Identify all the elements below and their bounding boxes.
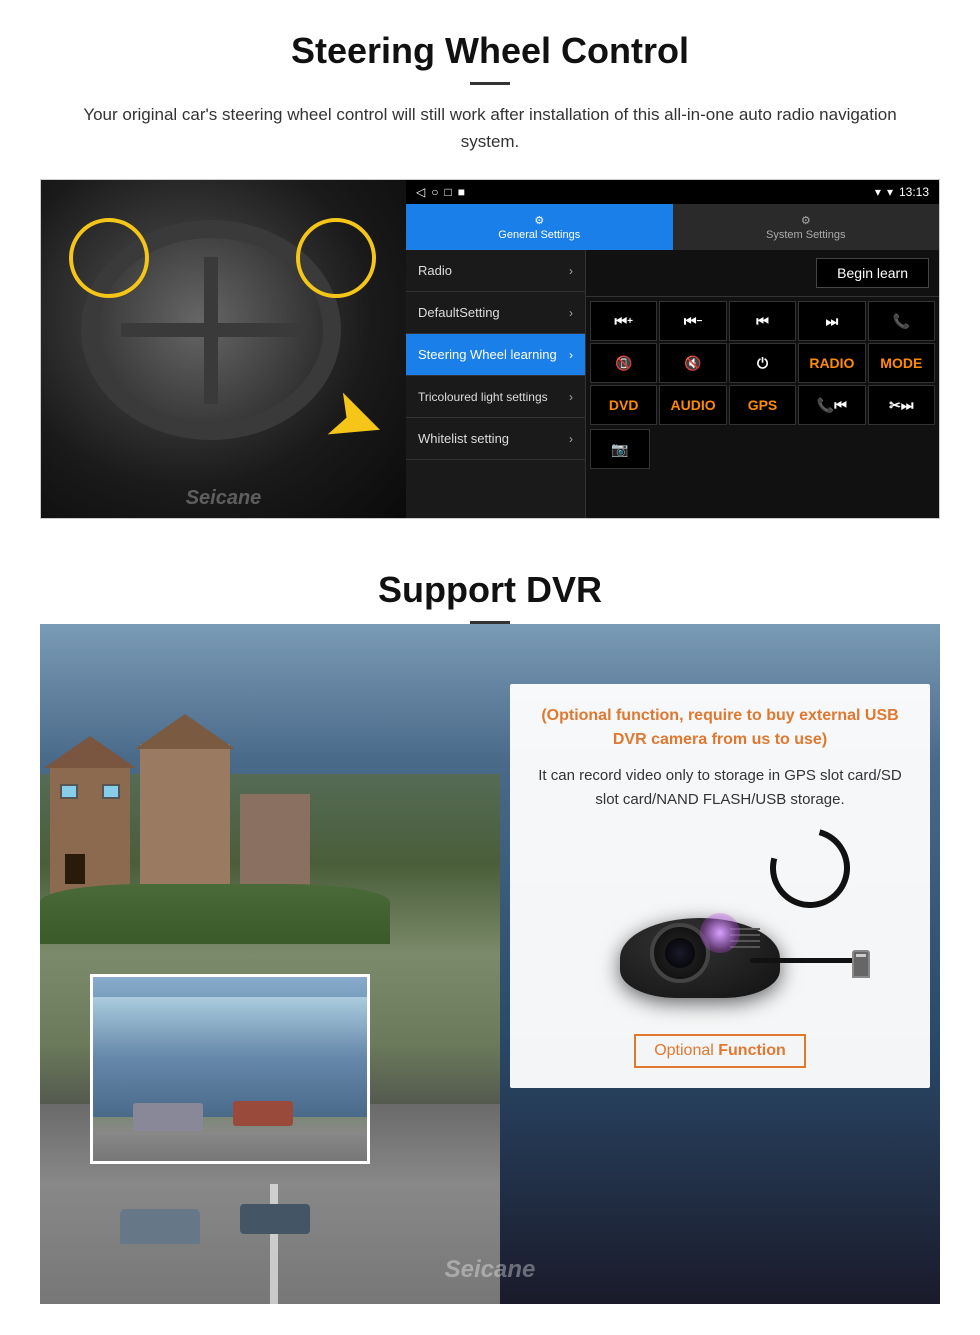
ctrl-dvd[interactable]: DVD (590, 385, 657, 425)
android-tabs[interactable]: ⚙ General Settings ⚙ System Settings (406, 204, 939, 250)
ctrl-power[interactable]: ⏻ (729, 343, 796, 383)
tab-system-label: System Settings (766, 229, 845, 241)
window-1 (60, 784, 78, 799)
steering-section: Steering Wheel Control Your original car… (0, 0, 980, 539)
steering-composite: ➤ Seicane ◁ ○ □ ■ ▾ ▾ 13:13 ⚙ General S (40, 179, 940, 519)
window-2 (102, 784, 120, 799)
roof-1 (44, 736, 136, 768)
road-marking (270, 1184, 278, 1304)
gear-icon: ⚙ (534, 214, 544, 227)
chevron-icon: › (569, 390, 573, 404)
ctrl-mode[interactable]: MODE (868, 343, 935, 383)
nav-menu-icon: ■ (458, 185, 465, 199)
menu-item-tricoloured[interactable]: Tricoloured light settings › (406, 376, 585, 418)
android-status-bar: ◁ ○ □ ■ ▾ ▾ 13:13 (406, 180, 939, 204)
highlight-circle-left (69, 218, 149, 298)
android-menu: Radio › DefaultSetting › Steering Wheel … (406, 250, 586, 518)
usb-connector (852, 950, 870, 978)
dvr-thumbnail (90, 974, 370, 1164)
menu-tricoloured-label: Tricoloured light settings (418, 390, 548, 404)
dvr-optional-title: (Optional function, require to buy exter… (530, 704, 910, 752)
tab-system-settings[interactable]: ⚙ System Settings (673, 204, 940, 250)
cable-coil (755, 814, 864, 923)
ctrl-next[interactable]: ⏭ (798, 301, 865, 341)
chevron-icon: › (569, 306, 573, 320)
ctrl-vol-up[interactable]: ⏮+ (590, 301, 657, 341)
lens-inner (665, 938, 695, 968)
ctrl-phone[interactable]: 📞 (868, 301, 935, 341)
dvr-composite: (Optional function, require to buy exter… (40, 624, 940, 1304)
thumb-car2 (233, 1101, 293, 1126)
thumb-sky (93, 997, 367, 1117)
status-time: 13:13 (899, 185, 929, 199)
chevron-icon: › (569, 348, 573, 362)
optional-text: Optional (654, 1042, 714, 1059)
nav-back-icon: ◁ (416, 185, 425, 199)
building-2 (140, 744, 230, 894)
control-button-grid: ⏮+ ⏮− ⏮ ⏭ 📞 📵 🔇 ⏻ RADIO MODE DVD AUDIO G… (586, 297, 939, 429)
menu-item-whitelist[interactable]: Whitelist setting › (406, 418, 585, 460)
spoke-vertical (204, 257, 218, 404)
android-content: Radio › DefaultSetting › Steering Wheel … (406, 250, 939, 518)
steering-photo: ➤ Seicane (41, 180, 406, 519)
title-divider (470, 82, 510, 85)
ctrl-mute[interactable]: 🔇 (659, 343, 726, 383)
door-1 (65, 854, 85, 884)
highlight-circle-right (296, 218, 376, 298)
menu-item-steering-wheel[interactable]: Steering Wheel learning › (406, 334, 585, 376)
dvr-section: Support DVR (0, 539, 980, 1324)
nav-recent-icon: □ (444, 185, 451, 199)
usb-pin (856, 954, 866, 957)
steering-description: Your original car's steering wheel contr… (80, 101, 900, 155)
steering-wheel-background: ➤ Seicane (41, 180, 406, 519)
ctrl-hang-up[interactable]: 📵 (590, 343, 657, 383)
car-2 (240, 1204, 310, 1234)
dvr-description: It can record video only to storage in G… (530, 764, 910, 812)
chevron-icon: › (569, 432, 573, 446)
ctrl-radio[interactable]: RADIO (798, 343, 865, 383)
arrow-indicator: ➤ (315, 371, 398, 468)
panel-top-bar: Begin learn (586, 250, 939, 297)
menu-radio-label: Radio (418, 263, 452, 278)
system-icon: ⚙ (801, 214, 811, 227)
tab-general-label: General Settings (498, 229, 580, 241)
ctrl-prev[interactable]: ⏮ (729, 301, 796, 341)
nav-home-icon: ○ (431, 185, 438, 199)
menu-steering-label: Steering Wheel learning (418, 347, 557, 362)
thumb-car1 (133, 1103, 203, 1131)
camera-cable (750, 958, 860, 963)
ctrl-audio[interactable]: AUDIO (659, 385, 726, 425)
ctrl-phone-prev[interactable]: 📞⏮ (798, 385, 865, 425)
android-control-panel: Begin learn ⏮+ ⏮− ⏮ ⏭ 📞 📵 🔇 ⏻ RADIO MODE… (586, 250, 939, 518)
tab-general-settings[interactable]: ⚙ General Settings (406, 204, 673, 250)
hedge (40, 884, 390, 944)
begin-learn-button[interactable]: Begin learn (816, 258, 929, 288)
dvr-watermark: Seicane (445, 1256, 536, 1284)
ctrl-phone-next[interactable]: ✂⏭ (868, 385, 935, 425)
ctrl-vol-down[interactable]: ⏮− (659, 301, 726, 341)
ctrl-gps[interactable]: GPS (729, 385, 796, 425)
optional-function-badge: Optional Function (634, 1034, 806, 1068)
dvr-info-card: (Optional function, require to buy exter… (510, 684, 930, 1088)
dvr-camera-illustration (570, 828, 870, 1008)
car-1 (120, 1209, 200, 1244)
android-ui-panel: ◁ ○ □ ■ ▾ ▾ 13:13 ⚙ General Settings ⚙ S… (406, 180, 939, 518)
signal-icon: ▾ (875, 185, 881, 199)
roof-2 (135, 714, 235, 749)
menu-whitelist-label: Whitelist setting (418, 431, 509, 446)
ctrl-screen[interactable]: 📷 (590, 429, 650, 469)
building-1 (50, 764, 130, 894)
steering-title: Steering Wheel Control (40, 30, 940, 72)
chevron-icon: › (569, 264, 573, 278)
menu-item-radio[interactable]: Radio › (406, 250, 585, 292)
wifi-icon: ▾ (887, 185, 893, 199)
menu-default-label: DefaultSetting (418, 305, 500, 320)
function-text: Function (718, 1042, 786, 1059)
dvr-title: Support DVR (40, 569, 940, 611)
photo-watermark: Seicane (186, 487, 262, 510)
menu-item-default-setting[interactable]: DefaultSetting › (406, 292, 585, 334)
